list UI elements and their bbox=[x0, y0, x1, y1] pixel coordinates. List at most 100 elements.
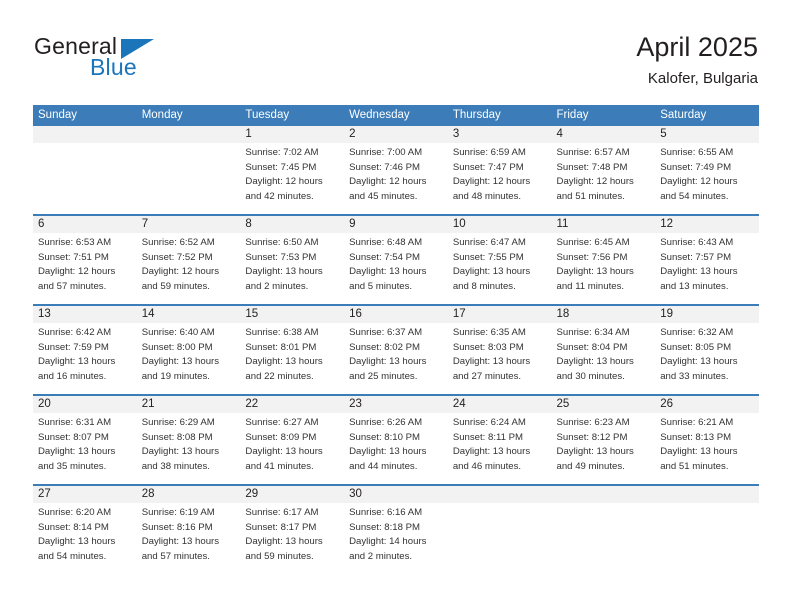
sunset-time: Sunset: 8:00 PM bbox=[141, 341, 213, 353]
calendar-day-cell[interactable]: 10 Sunrise: 6:47 AM Sunset: 7:55 PM Dayligh… bbox=[447, 216, 552, 304]
sunrise-time: Sunrise: 6:32 AM bbox=[660, 327, 734, 338]
day-number: 21 bbox=[141, 398, 155, 410]
calendar-day-cell[interactable]: 16 Sunrise: 6:37 AM Sunset: 8:02 PM Dayligh… bbox=[344, 306, 448, 394]
daylight-duration-line1: Daylight: 13 hours bbox=[556, 446, 634, 458]
day-number: 16 bbox=[349, 308, 362, 320]
calendar-day-cell[interactable]: 25 Sunrise: 6:23 AM Sunset: 8:12 PM Dayligh… bbox=[551, 396, 656, 484]
general-blue-logo: General Blue bbox=[34, 33, 214, 83]
calendar-grid: Sunday Monday Tuesday Wednesday Thursday… bbox=[33, 105, 759, 574]
dow-thursday: Thursday bbox=[452, 109, 501, 121]
sunrise-time: Sunrise: 6:38 AM bbox=[245, 327, 319, 338]
calendar-day-cell[interactable]: 22 Sunrise: 6:27 AM Sunset: 8:09 PM Dayligh… bbox=[240, 396, 345, 484]
calendar-day-cell[interactable]: 1 Sunrise: 7:02 AM Sunset: 7:45 PM Daylight… bbox=[240, 126, 345, 214]
sunset-time: Sunset: 8:17 PM bbox=[245, 521, 317, 533]
calendar-day-cell[interactable]: 20 Sunrise: 6:31 AM Sunset: 8:07 PM Dayligh… bbox=[33, 396, 137, 484]
sunrise-time: Sunrise: 6:40 AM bbox=[141, 327, 215, 338]
sunrise-time: Sunrise: 6:35 AM bbox=[452, 327, 526, 338]
day-number: 11 bbox=[556, 218, 569, 230]
sunset-time: Sunset: 8:04 PM bbox=[556, 341, 628, 353]
day-sun-info: Sunrise: 6:59 AM Sunset: 7:47 PM Daylight:… bbox=[453, 146, 549, 204]
daylight-duration-line1: Daylight: 13 hours bbox=[349, 266, 427, 278]
daylight-duration-line2: and 49 minutes. bbox=[556, 460, 625, 472]
day-number: 2 bbox=[349, 128, 356, 140]
sunset-time: Sunset: 8:01 PM bbox=[245, 341, 317, 353]
calendar-week-row: 27 Sunrise: 6:20 AM Sunset: 8:14 PM Dayligh… bbox=[33, 484, 759, 574]
calendar-day-cell[interactable]: 5 Sunrise: 6:55 AM Sunset: 7:49 PM Daylight… bbox=[655, 126, 759, 214]
calendar-day-cell[interactable]: 19 Sunrise: 6:32 AM Sunset: 8:05 PM Dayligh… bbox=[655, 306, 759, 394]
day-sun-info: Sunrise: 6:40 AM Sunset: 8:00 PM Daylight:… bbox=[142, 326, 238, 384]
calendar-week-row: 20 Sunrise: 6:31 AM Sunset: 8:07 PM Dayligh… bbox=[33, 394, 759, 484]
day-sun-info: Sunrise: 7:00 AM Sunset: 7:46 PM Daylight:… bbox=[349, 146, 445, 204]
calendar-day-cell[interactable]: 13 Sunrise: 6:42 AM Sunset: 7:59 PM Dayligh… bbox=[33, 306, 137, 394]
calendar-day-cell[interactable]: 17 Sunrise: 6:35 AM Sunset: 8:03 PM Dayligh… bbox=[447, 306, 552, 394]
sunset-time: Sunset: 7:46 PM bbox=[349, 161, 421, 173]
calendar-day-cell[interactable]: 26 Sunrise: 6:21 AM Sunset: 8:13 PM Dayligh… bbox=[655, 396, 759, 484]
sunrise-time: Sunrise: 6:37 AM bbox=[349, 327, 423, 338]
day-number-band bbox=[655, 486, 759, 503]
calendar-day-cell[interactable]: 27 Sunrise: 6:20 AM Sunset: 8:14 PM Dayligh… bbox=[33, 486, 137, 574]
daylight-duration-line2: and 59 minutes. bbox=[245, 550, 314, 562]
sunset-time: Sunset: 8:09 PM bbox=[245, 431, 317, 443]
calendar-day-cell[interactable]: 15 Sunrise: 6:38 AM Sunset: 8:01 PM Dayligh… bbox=[240, 306, 345, 394]
calendar-day-cell[interactable]: 9 Sunrise: 6:48 AM Sunset: 7:54 PM Daylight… bbox=[344, 216, 448, 304]
calendar-day-cell[interactable]: 14 Sunrise: 6:40 AM Sunset: 8:00 PM Dayligh… bbox=[136, 306, 241, 394]
daylight-duration-line2: and 27 minutes. bbox=[452, 370, 522, 382]
sunrise-time: Sunrise: 6:19 AM bbox=[141, 507, 215, 518]
sunset-time: Sunset: 8:08 PM bbox=[141, 431, 213, 443]
day-sun-info: Sunrise: 6:48 AM Sunset: 7:54 PM Daylight:… bbox=[349, 236, 445, 294]
calendar-day-cell[interactable]: 11 Sunrise: 6:45 AM Sunset: 7:56 PM Dayligh… bbox=[551, 216, 656, 304]
day-of-week-header-row: Sunday Monday Tuesday Wednesday Thursday… bbox=[33, 105, 759, 126]
day-sun-info: Sunrise: 6:52 AM Sunset: 7:52 PM Daylight:… bbox=[142, 236, 238, 294]
daylight-duration-line1: Daylight: 13 hours bbox=[141, 356, 220, 368]
sunrise-time: Sunrise: 6:52 AM bbox=[141, 237, 215, 248]
calendar-day-cell[interactable]: 30 Sunrise: 6:16 AM Sunset: 8:18 PM Dayligh… bbox=[344, 486, 448, 574]
calendar-day-cell[interactable]: 23 Sunrise: 6:26 AM Sunset: 8:10 PM Dayligh… bbox=[344, 396, 448, 484]
calendar-day-cell[interactable]: 21 Sunrise: 6:29 AM Sunset: 8:08 PM Dayligh… bbox=[136, 396, 241, 484]
day-sun-info: Sunrise: 6:38 AM Sunset: 8:01 PM Daylight:… bbox=[245, 326, 341, 384]
day-number: 12 bbox=[660, 218, 674, 230]
sunrise-time: Sunrise: 6:16 AM bbox=[349, 507, 423, 518]
calendar-day-cell[interactable]: 2 Sunrise: 7:00 AM Sunset: 7:46 PM Daylight… bbox=[344, 126, 448, 214]
calendar-day-cell[interactable]: 29 Sunrise: 6:17 AM Sunset: 8:17 PM Dayligh… bbox=[240, 486, 345, 574]
day-number-band bbox=[240, 216, 345, 233]
day-number: 3 bbox=[452, 128, 460, 140]
daylight-duration-line1: Daylight: 13 hours bbox=[660, 446, 738, 458]
sunrise-time: Sunrise: 6:50 AM bbox=[245, 237, 319, 248]
day-sun-info: Sunrise: 6:34 AM Sunset: 8:04 PM Daylight:… bbox=[557, 326, 653, 384]
calendar-day-cell-empty bbox=[655, 486, 759, 574]
daylight-duration-line2: and 41 minutes. bbox=[245, 460, 314, 472]
calendar-day-cell[interactable]: 8 Sunrise: 6:50 AM Sunset: 7:53 PM Daylight… bbox=[240, 216, 345, 304]
calendar-day-cell[interactable]: 7 Sunrise: 6:52 AM Sunset: 7:52 PM Daylight… bbox=[136, 216, 241, 304]
sunrise-time: Sunrise: 6:31 AM bbox=[38, 417, 112, 428]
day-number: 4 bbox=[556, 128, 563, 140]
calendar-day-cell[interactable]: 12 Sunrise: 6:43 AM Sunset: 7:57 PM Dayligh… bbox=[655, 216, 759, 304]
day-sun-info: Sunrise: 6:29 AM Sunset: 8:08 PM Daylight:… bbox=[142, 416, 238, 474]
day-sun-info: Sunrise: 6:35 AM Sunset: 8:03 PM Daylight:… bbox=[453, 326, 549, 384]
calendar-day-cell[interactable]: 24 Sunrise: 6:24 AM Sunset: 8:11 PM Dayligh… bbox=[447, 396, 552, 484]
day-number: 24 bbox=[452, 398, 466, 410]
sunrise-time: Sunrise: 7:02 AM bbox=[245, 147, 319, 158]
day-sun-info: Sunrise: 6:43 AM Sunset: 7:57 PM Daylight:… bbox=[660, 236, 756, 294]
daylight-duration-line2: and 57 minutes. bbox=[141, 550, 210, 562]
calendar-day-cell[interactable]: 18 Sunrise: 6:34 AM Sunset: 8:04 PM Dayligh… bbox=[551, 306, 656, 394]
day-number-band bbox=[33, 216, 137, 233]
sunrise-time: Sunrise: 6:43 AM bbox=[660, 237, 734, 248]
daylight-duration-line2: and 33 minutes. bbox=[660, 370, 729, 382]
sunrise-time: Sunrise: 6:47 AM bbox=[452, 237, 526, 248]
daylight-duration-line1: Daylight: 14 hours bbox=[349, 536, 427, 548]
sunset-time: Sunset: 7:48 PM bbox=[556, 161, 628, 173]
calendar-day-cell[interactable]: 6 Sunrise: 6:53 AM Sunset: 7:51 PM Daylight… bbox=[33, 216, 137, 304]
sunset-time: Sunset: 7:49 PM bbox=[660, 161, 732, 173]
daylight-duration-line1: Daylight: 13 hours bbox=[141, 536, 220, 548]
sunset-time: Sunset: 7:56 PM bbox=[556, 251, 628, 263]
calendar-day-cell[interactable]: 28 Sunrise: 6:19 AM Sunset: 8:16 PM Dayligh… bbox=[136, 486, 241, 574]
daylight-duration-line2: and 51 minutes. bbox=[660, 460, 729, 472]
calendar-day-cell-empty bbox=[551, 486, 656, 574]
day-number-band bbox=[551, 126, 656, 143]
daylight-duration-line2: and 30 minutes. bbox=[556, 370, 625, 382]
sunrise-time: Sunrise: 6:48 AM bbox=[349, 237, 423, 248]
daylight-duration-line1: Daylight: 12 hours bbox=[660, 176, 738, 188]
calendar-day-cell[interactable]: 3 Sunrise: 6:59 AM Sunset: 7:47 PM Daylight… bbox=[447, 126, 552, 214]
calendar-day-cell[interactable]: 4 Sunrise: 6:57 AM Sunset: 7:48 PM Daylight… bbox=[551, 126, 656, 214]
daylight-duration-line1: Daylight: 13 hours bbox=[38, 446, 116, 458]
